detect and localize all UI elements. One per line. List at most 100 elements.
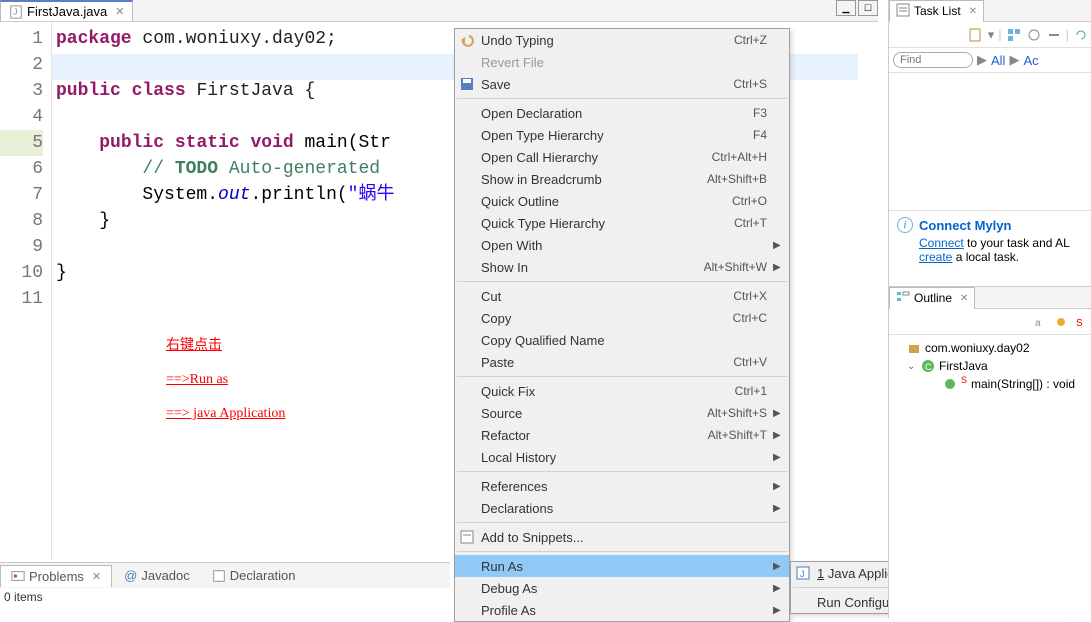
outline-icon bbox=[896, 290, 910, 307]
menu-separator bbox=[457, 98, 787, 99]
menu-cut[interactable]: CutCtrl+X bbox=[455, 285, 789, 307]
menu-show-in-breadcrumb[interactable]: Show in BreadcrumbAlt+Shift+B bbox=[455, 168, 789, 190]
package-icon bbox=[907, 341, 921, 355]
bottom-view-tabs: Problems ✕ @ Javadoc Declaration bbox=[0, 562, 450, 588]
find-input[interactable] bbox=[893, 52, 973, 68]
annotation-right-click: 右键点击 bbox=[166, 338, 222, 353]
menu-separator bbox=[457, 376, 787, 377]
line-number-gutter: 1 2 3 4 5 6 7 8 9 10 11 bbox=[0, 22, 52, 560]
menu-undo-typing[interactable]: Undo TypingCtrl+Z bbox=[455, 29, 789, 51]
class-icon: C bbox=[921, 359, 935, 373]
menu-local-history[interactable]: Local History▶ bbox=[455, 446, 789, 468]
tab-label: FirstJava.java bbox=[27, 4, 107, 19]
java-app-icon: J bbox=[795, 565, 811, 581]
menu-separator bbox=[457, 551, 787, 552]
menu-refactor[interactable]: RefactorAlt+Shift+T▶ bbox=[455, 424, 789, 446]
collapse-icon[interactable] bbox=[1046, 27, 1062, 43]
tasklist-toolbar: ▾ | | bbox=[889, 22, 1091, 48]
close-icon[interactable]: ✕ bbox=[960, 293, 968, 304]
menu-source[interactable]: SourceAlt+Shift+S▶ bbox=[455, 402, 789, 424]
chevron-right-icon: ▶ bbox=[773, 430, 783, 441]
svg-text:J: J bbox=[13, 7, 17, 16]
close-icon[interactable]: ✕ bbox=[92, 570, 101, 583]
categorize-icon[interactable] bbox=[1006, 27, 1022, 43]
tree-package[interactable]: com.woniuxy.day02 bbox=[895, 339, 1085, 357]
undo-icon bbox=[459, 32, 475, 48]
minimize-button[interactable]: ▁ bbox=[836, 0, 856, 16]
tasklist-icon bbox=[896, 3, 910, 20]
link-connect[interactable]: Connect bbox=[919, 236, 964, 250]
menu-revert-file: Revert File bbox=[455, 51, 789, 73]
tab-declaration[interactable]: Declaration bbox=[202, 565, 306, 586]
chevron-right-icon: ▶ bbox=[773, 605, 783, 616]
menu-separator bbox=[457, 281, 787, 282]
menu-open-call-hierarchy[interactable]: Open Call HierarchyCtrl+Alt+H bbox=[455, 146, 789, 168]
method-public-icon bbox=[943, 377, 957, 391]
sort-icon[interactable]: a bbox=[1033, 314, 1049, 330]
context-menu: Undo TypingCtrl+ZRevert FileSaveCtrl+S Op… bbox=[454, 28, 790, 622]
declaration-icon bbox=[212, 569, 226, 583]
menu-declarations[interactable]: Declarations▶ bbox=[455, 497, 789, 519]
editor-window-controls: ▁ ☐ bbox=[836, 0, 878, 16]
link-activate[interactable]: Ac bbox=[1023, 53, 1038, 68]
menu-open-declaration[interactable]: Open DeclarationF3 bbox=[455, 102, 789, 124]
menu-show-in[interactable]: Show InAlt+Shift+W▶ bbox=[455, 256, 789, 278]
menu-quick-fix[interactable]: Quick FixCtrl+1 bbox=[455, 380, 789, 402]
outline-toolbar: a S bbox=[889, 309, 1091, 335]
tree-class[interactable]: ⌄ C FirstJava bbox=[895, 357, 1085, 375]
tasklist-tab-bar: Task List ✕ bbox=[889, 0, 1091, 22]
chevron-right-icon: ▶ bbox=[773, 262, 783, 273]
menu-run-as[interactable]: Run As▶ bbox=[455, 555, 789, 577]
tab-problems[interactable]: Problems ✕ bbox=[0, 565, 112, 587]
mylyn-connect-panel: i Connect Mylyn Connect to your task and… bbox=[889, 210, 1091, 270]
annotation-java-app: ==> java Application bbox=[166, 406, 285, 421]
chevron-right-icon: ▶ bbox=[773, 481, 783, 492]
sync-icon[interactable] bbox=[1073, 27, 1089, 43]
menu-add-to-snippets-[interactable]: Add to Snippets... bbox=[455, 526, 789, 548]
svg-text:C: C bbox=[925, 362, 932, 372]
focus-icon[interactable] bbox=[1026, 27, 1042, 43]
tasklist-search-row: ▶ All ▶ Ac bbox=[889, 48, 1091, 73]
hide-static-icon[interactable]: S bbox=[1073, 314, 1089, 330]
chevron-down-icon[interactable]: ⌄ bbox=[907, 361, 917, 372]
chevron-right-icon: ▶ bbox=[773, 408, 783, 419]
info-icon: i bbox=[897, 217, 913, 233]
menu-separator bbox=[457, 522, 787, 523]
tab-firstjava[interactable]: J FirstJava.java ✕ bbox=[0, 0, 133, 21]
menu-open-type-hierarchy[interactable]: Open Type HierarchyF4 bbox=[455, 124, 789, 146]
outline-tree: com.woniuxy.day02 ⌄ C FirstJava S main(S… bbox=[889, 335, 1091, 397]
menu-paste[interactable]: PasteCtrl+V bbox=[455, 351, 789, 373]
close-icon[interactable]: ✕ bbox=[115, 5, 124, 18]
chevron-right-icon: ▶ bbox=[773, 503, 783, 514]
tab-outline[interactable]: Outline ✕ bbox=[889, 287, 975, 309]
problems-icon bbox=[11, 569, 25, 583]
svg-text:J: J bbox=[800, 569, 805, 579]
tab-task-list[interactable]: Task List ✕ bbox=[889, 0, 984, 22]
menu-open-with[interactable]: Open With▶ bbox=[455, 234, 789, 256]
svg-text:a: a bbox=[1035, 318, 1041, 329]
outline-view: Outline ✕ a S com.woniuxy.day02 ⌄ C Firs… bbox=[889, 286, 1091, 397]
editor-tab-bar: J FirstJava.java ✕ ▁ ☐ bbox=[0, 0, 878, 22]
maximize-button[interactable]: ☐ bbox=[858, 0, 878, 16]
tab-javadoc[interactable]: @ Javadoc bbox=[114, 565, 200, 586]
link-create[interactable]: create bbox=[919, 250, 952, 264]
menu-save[interactable]: SaveCtrl+S bbox=[455, 73, 789, 95]
problems-count: 0 items bbox=[4, 590, 43, 604]
menu-quick-outline[interactable]: Quick OutlineCtrl+O bbox=[455, 190, 789, 212]
menu-separator bbox=[457, 471, 787, 472]
menu-debug-as[interactable]: Debug As▶ bbox=[455, 577, 789, 599]
close-icon[interactable]: ✕ bbox=[969, 6, 977, 17]
code-content[interactable]: package com.woniuxy.day02; public class … bbox=[52, 22, 394, 560]
menu-references[interactable]: References▶ bbox=[455, 475, 789, 497]
new-task-icon[interactable] bbox=[968, 27, 984, 43]
menu-copy-qualified-name[interactable]: Copy Qualified Name bbox=[455, 329, 789, 351]
menu-copy[interactable]: CopyCtrl+C bbox=[455, 307, 789, 329]
tree-method-main[interactable]: S main(String[]) : void bbox=[895, 375, 1085, 393]
menu-quick-type-hierarchy[interactable]: Quick Type HierarchyCtrl+T bbox=[455, 212, 789, 234]
chevron-right-icon: ▶ bbox=[773, 583, 783, 594]
hide-fields-icon[interactable] bbox=[1053, 314, 1069, 330]
save-icon bbox=[459, 76, 475, 92]
java-file-icon: J bbox=[9, 5, 23, 19]
svg-text:S: S bbox=[1076, 318, 1083, 329]
link-all[interactable]: All bbox=[991, 53, 1005, 68]
